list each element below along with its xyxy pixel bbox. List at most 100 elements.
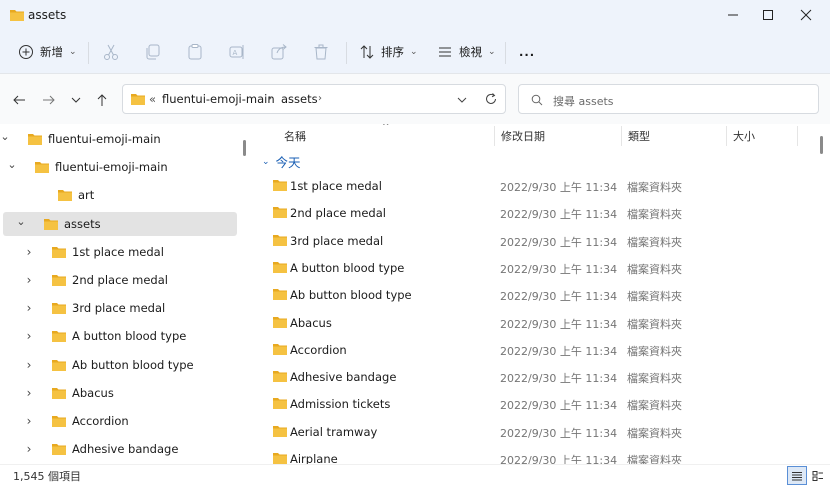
chevron-down-icon[interactable]: ⌄ [6,158,18,171]
cut-icon[interactable] [102,43,120,61]
plus-circle-icon [19,45,33,59]
nav-tree-item[interactable]: › Ab button blood type [3,353,237,377]
nav-tree-label: Adhesive bandage [72,442,179,457]
delete-icon[interactable] [312,43,330,61]
column-divider[interactable] [494,126,495,146]
paste-icon[interactable] [186,43,204,61]
file-row[interactable]: Admission tickets 2022/9/30 上午 11:34 檔案資料夾 [252,391,812,418]
minimize-button[interactable] [714,0,752,30]
refresh-icon[interactable] [484,92,498,106]
folder-icon [44,218,58,230]
column-divider[interactable] [726,126,727,146]
nav-tree-item[interactable]: art [3,183,237,207]
folder-icon [273,316,287,328]
file-row[interactable]: Abacus 2022/9/30 上午 11:34 檔案資料夾 [252,310,812,337]
file-type: 檔案資料夾 [627,372,682,386]
nav-tree-item[interactable]: ⌄ fluentui-emoji-main [3,155,237,179]
nav-tree-item[interactable]: ⌄ assets [3,211,237,236]
sort-button[interactable]: 排序 ⌄ [359,40,418,64]
chevron-right-icon[interactable]: › [318,93,322,104]
nav-tree-item[interactable]: › 3rd place medal [3,296,237,320]
chevron-right-icon[interactable]: › [23,358,35,372]
column-size-header[interactable]: 大小 [733,128,755,144]
file-name: Accordion [290,342,347,357]
chevron-right-icon[interactable]: › [268,93,272,104]
sort-icon [360,45,374,59]
column-name-header[interactable]: 名稱 [284,128,306,144]
file-row[interactable]: 1st place medal 2022/9/30 上午 11:34 檔案資料夾 [252,173,812,200]
search-input[interactable]: 搜尋 assets [518,84,819,114]
content-scrollbar[interactable] [820,136,823,154]
file-type: 檔案資料夾 [627,262,682,276]
folder-icon [28,134,42,145]
folder-icon [52,387,66,399]
breadcrumb-item[interactable]: fluentui-emoji-main [162,92,275,106]
file-row[interactable]: Aerial tramway 2022/9/30 上午 11:34 檔案資料夾 [252,419,812,446]
svg-text:A: A [233,49,238,57]
file-row[interactable]: 2nd place medal 2022/9/30 上午 11:34 檔案資料夾 [252,200,812,227]
recent-locations-button[interactable] [67,91,85,109]
column-type-header[interactable]: 類型 [628,128,650,144]
column-date-header[interactable]: 修改日期 [501,128,545,144]
chevron-down-icon[interactable]: ⌄ [0,130,11,143]
file-row[interactable]: A button blood type 2022/9/30 上午 11:34 檔案資… [252,255,812,282]
tiles-view-icon [812,470,823,481]
chevron-down-icon[interactable]: ⌄ [15,215,27,228]
chevron-down-icon [71,97,81,103]
column-divider[interactable] [797,126,798,146]
nav-tree-item[interactable]: › Adhesive bandage [3,437,237,461]
back-button[interactable] [10,91,28,109]
nav-scrollbar[interactable] [243,140,246,156]
overflow-crumb[interactable]: « [149,92,156,106]
close-button[interactable] [787,0,825,30]
nav-tree-label: Abacus [72,385,114,400]
item-count: 1,545 個項目 [13,470,81,483]
new-button[interactable]: 新增 ⌄ [18,40,77,64]
details-view-button[interactable] [787,466,807,485]
nav-tree-item[interactable]: › A button blood type [3,324,237,348]
details-view-icon [792,471,802,480]
file-row[interactable]: Ab button blood type 2022/9/30 上午 11:34 檔案… [252,282,812,309]
divider [88,42,89,64]
forward-button[interactable] [40,91,58,109]
chevron-down-icon[interactable] [456,95,468,105]
maximize-button[interactable] [749,0,787,30]
chevron-right-icon[interactable]: › [23,386,35,400]
file-row[interactable]: 3rd place medal 2022/9/30 上午 11:34 檔案資料夾 [252,228,812,255]
address-row: « fluentui-emoji-main › assets › 搜尋 asse… [0,74,830,124]
nav-tree-item[interactable]: › Accordion [3,409,237,433]
column-divider[interactable] [621,126,622,146]
nav-tree-item[interactable]: › Abacus [3,381,237,405]
file-name: 2nd place medal [290,206,386,221]
chevron-right-icon[interactable]: › [23,245,35,259]
chevron-right-icon[interactable]: › [23,301,35,315]
chevron-right-icon[interactable]: › [23,273,35,287]
address-bar[interactable]: « fluentui-emoji-main › assets › [122,84,506,114]
chevron-right-icon[interactable]: › [23,329,35,343]
file-date: 2022/9/30 上午 11:34 [500,235,618,249]
view-button[interactable]: 檢視 ⌄ [437,40,496,64]
folder-icon [52,359,66,371]
arrow-up-icon [97,94,107,106]
chevron-right-icon[interactable]: › [23,414,35,428]
tiles-view-button[interactable] [808,466,828,485]
group-header-today[interactable]: ⌄ 今天 [262,152,301,171]
status-bar: 1,545 個項目 [0,464,830,485]
file-name: A button blood type [290,260,405,275]
file-row[interactable]: Accordion 2022/9/30 上午 11:34 檔案資料夾 [252,337,812,364]
breadcrumb-item[interactable]: assets [281,92,318,106]
nav-tree-item[interactable]: ⌄ fluentui-emoji-main [0,127,237,151]
title-bar: assets [0,0,830,30]
file-row[interactable]: Adhesive bandage 2022/9/30 上午 11:34 檔案資料夾 [252,364,812,391]
folder-icon [273,343,287,355]
nav-tree-item[interactable]: › 2nd place medal [3,268,237,292]
copy-icon[interactable] [144,43,162,61]
file-date: 2022/9/30 上午 11:34 [500,344,618,358]
nav-tree-item[interactable]: › 1st place medal [3,240,237,264]
rename-icon[interactable]: A [228,43,246,61]
up-button[interactable] [93,91,111,109]
chevron-right-icon[interactable]: › [23,442,35,456]
share-icon[interactable] [270,43,288,61]
more-options-button[interactable]: ... [519,40,535,64]
file-row[interactable]: Airplane 2022/9/30 上午 11:34 檔案資料夾 [252,446,812,464]
